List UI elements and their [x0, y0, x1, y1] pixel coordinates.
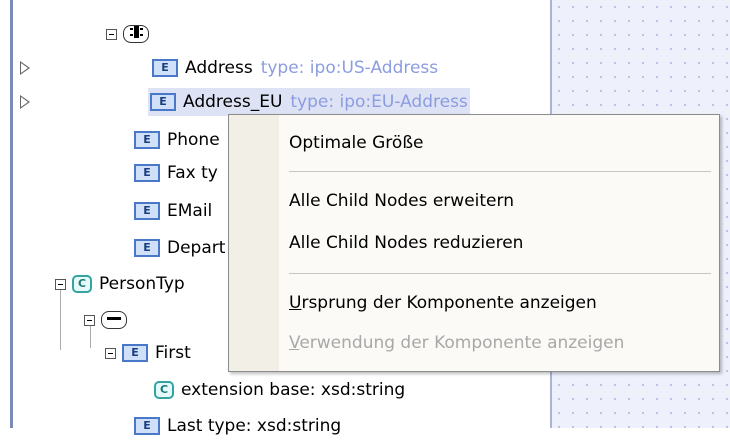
tree-row-fax[interactable]: E Fax ty [134, 159, 218, 187]
element-name: Address_EU [183, 92, 283, 112]
element-badge-icon: E [150, 93, 176, 111]
tree-row-compositor[interactable] [106, 20, 149, 48]
menu-item-show-usage[interactable]: Verwendung der Komponente anzeigen [289, 329, 624, 357]
element-type: type: ipo:US-Address [260, 58, 439, 78]
menu-item-expand-all[interactable]: Alle Child Nodes erweitern [289, 187, 514, 215]
element-name: PersonTyp [99, 274, 185, 294]
tree-row-first[interactable]: E First [105, 339, 191, 367]
tree-row-address-eu[interactable]: E Address_EU type: ipo:EU-Address [148, 88, 470, 116]
tree-row-address[interactable]: E Address type: ipo:US-Address [152, 54, 438, 82]
context-menu: Optimale Größe Alle Child Nodes erweiter… [228, 114, 720, 372]
element-name: extension base: xsd:string [181, 380, 406, 400]
collapse-toggle-icon[interactable] [84, 314, 95, 326]
element-name: First [155, 343, 191, 363]
collapse-toggle-icon[interactable] [55, 278, 66, 290]
element-name: Fax ty [167, 163, 218, 183]
tree-guide-line [60, 290, 61, 350]
menu-separator [289, 273, 711, 274]
menu-item-optimal-size[interactable]: Optimale Größe [289, 129, 423, 157]
menu-separator [289, 171, 711, 172]
tree-row-persontype[interactable]: C PersonTyp [55, 270, 185, 298]
tree-row-extension[interactable]: C extension base: xsd:string [154, 376, 405, 404]
element-type: type: ipo:EU-Address [290, 92, 468, 112]
tree-row-phone[interactable]: E Phone [134, 126, 220, 154]
tree-row-last[interactable]: E Last type: xsd:string [134, 412, 341, 440]
reference-arrow-icon [20, 95, 30, 109]
sequence-icon [130, 26, 143, 38]
sequence-dots-icon [107, 317, 121, 320]
element-name: Last type: xsd:string [167, 416, 342, 436]
element-badge-icon: E [134, 417, 160, 435]
element-badge-icon: E [134, 164, 160, 182]
element-badge-icon: E [134, 239, 160, 257]
element-badge-icon: E [122, 344, 148, 362]
element-badge-icon: E [152, 59, 178, 77]
tree-row-department[interactable]: E Depart [134, 234, 225, 262]
sequence-compositor-icon[interactable] [101, 311, 127, 329]
collapse-toggle-icon[interactable] [106, 28, 117, 40]
tree-row-compositor[interactable] [84, 306, 127, 334]
menu-item-show-origin[interactable]: Ursprung der Komponente anzeigen [289, 289, 597, 317]
tree-row-email[interactable]: E EMail [134, 197, 212, 225]
element-name: EMail [167, 201, 213, 221]
complex-type-badge-icon: C [154, 381, 174, 399]
complex-type-badge-icon: C [72, 275, 92, 293]
element-name: Address [185, 58, 253, 78]
element-name: Depart [167, 238, 226, 258]
menu-item-collapse-all[interactable]: Alle Child Nodes reduzieren [289, 229, 523, 257]
element-badge-icon: E [134, 131, 160, 149]
reference-arrow-icon [20, 61, 30, 75]
sequence-compositor-icon[interactable] [123, 25, 149, 43]
menu-icon-gutter [229, 115, 279, 371]
element-name: Phone [167, 130, 220, 150]
collapse-toggle-icon[interactable] [105, 347, 116, 359]
element-badge-icon: E [134, 202, 160, 220]
